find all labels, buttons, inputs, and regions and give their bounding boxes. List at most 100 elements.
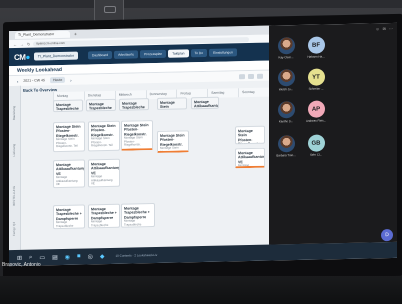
nav-tab[interactable]: Arbeitsorte [114, 50, 139, 59]
rail-label: BESTELLUNG [12, 185, 16, 206]
windows-taskbar: ⊞ ⌕ ▭ ▤ ◉ ■ ◎ ◆ 10 Contents · 2 Lookahea… [9, 241, 397, 267]
day-column-header: Sonntag [238, 87, 270, 98]
task-card-title: Montage Stein Pfosten-Riegelkonstr. [238, 128, 261, 145]
participant-tile[interactable]: AP Andreas Fleis... [303, 100, 329, 123]
participant-name: Kanthe S... [278, 119, 294, 124]
main-nav: Dashboard Arbeitsorte Prozessplan Taktplan T… [87, 48, 237, 60]
zoom-icon[interactable] [248, 73, 254, 79]
participant-tile[interactable]: Barbara Tran... [273, 135, 299, 158]
browser-tab[interactable]: TI_Plant_Demonstrator [15, 30, 70, 39]
nav-tab[interactable]: Prozessplan [140, 49, 167, 59]
task-card[interactable]: Montage Trapezbleche + Dampfsperre Montag… [53, 204, 85, 230]
avatar [277, 37, 295, 55]
chrome-icon[interactable]: ◎ [88, 253, 93, 260]
task-card[interactable]: Montage Attikaaufkantung VEMontage Attik… [88, 158, 120, 188]
rail-label: Bauleitung [12, 105, 16, 121]
avatar [277, 135, 295, 153]
nav-tab[interactable]: Taktplan [168, 49, 189, 58]
task-card-subtitle: Montage Attikaaufkantung VE [91, 174, 113, 186]
avatar: YT [307, 68, 325, 86]
task-card-title: Montage Stein Pfosten-Riegelkonstr. [160, 100, 175, 110]
teams-call-panel: ☺ ✉ ⋯ Kay Clem... BF Hahnen Ha... Welsh Jo.… [269, 22, 397, 245]
task-card[interactable]: Montage Attikaaufkantung VEMontage Attik… [53, 159, 85, 189]
participant-name: Sehr Cl... [309, 152, 323, 157]
screen: TI_Plant_Demonstrator + ← → ↻ ttplant.cm… [9, 22, 397, 267]
explorer-icon[interactable]: ▤ [52, 254, 58, 261]
more-icon[interactable]: ⋯ [389, 26, 393, 31]
presenter-badge[interactable]: D [381, 229, 393, 242]
task-card-subtitle: Montage Stein Pfosten-Riegelkonstr. [124, 135, 143, 148]
search-icon[interactable]: ⌕ [29, 254, 32, 261]
task-card[interactable]: Montage Stein Pfosten-Riegelkonstr.Monta… [157, 130, 189, 153]
task-card[interactable]: Montage Stein Pfosten-Riegelkonstr.Monta… [88, 120, 120, 152]
task-card[interactable]: Montage Stein Pfosten-Riegelkonstr.Monta… [53, 121, 85, 153]
task-card[interactable]: Montage Attikaaufkantung VEMontage Attik… [235, 147, 265, 169]
new-tab-button[interactable]: + [74, 31, 77, 37]
taskbar-status: 10 Contents · 2 Lookahead+Liv [115, 252, 158, 258]
project-selector[interactable]: TI_Plant_Demonstrator [33, 51, 78, 61]
forward-icon[interactable]: → [20, 41, 24, 46]
participant-name: Schreiter ... [308, 86, 324, 91]
left-rail: Bauleitung Lieferung BESTELLUNG Fertig /… [9, 85, 21, 251]
task-card[interactable]: Montage Trapezbleche + Dampfsperre Montag… [88, 203, 120, 229]
participant-tile[interactable]: Kay Clem... [273, 37, 299, 60]
task-card-subtitle: Montage Attikaaufkantung VE [238, 163, 260, 168]
task-card[interactable]: Montage Attikaaufkantung VEMontage Attik… [191, 96, 219, 110]
participant-tile[interactable]: Kanthe S... [273, 101, 299, 124]
task-card-title: Montage Attikaaufkantung VE [194, 99, 219, 109]
teams-icon[interactable]: ■ [77, 254, 81, 260]
nav-tab[interactable]: To Do [190, 48, 208, 58]
participant-tile[interactable]: Welsh Jo... [273, 69, 299, 92]
ceiling-light [94, 0, 124, 22]
task-card[interactable]: Montage Trapezbleche – DampfsperreMontag… [86, 98, 116, 112]
participant-tile[interactable]: BF Hahnen Ha... [303, 36, 329, 59]
task-card[interactable]: Montage Stein Pfosten-Riegelkonstr.Monta… [121, 120, 153, 151]
task-card-subtitle: Montage Stein Pfosten-Riegelkonstr. Teil [56, 136, 78, 149]
reload-icon[interactable]: ↻ [27, 41, 30, 46]
windows-icon[interactable]: ⊞ [17, 254, 22, 261]
teams-controls: ☺ ✉ ⋯ [376, 26, 393, 31]
app-logo[interactable]: CM● [14, 52, 30, 61]
task-card[interactable]: Montage Trapezbleche – DampfsperreMontag… [53, 99, 83, 113]
edge-icon[interactable]: ◉ [65, 253, 70, 260]
avatar: GB [307, 134, 325, 152]
rail-label: Fertig / Q3 [12, 221, 16, 237]
people-icon[interactable]: ☺ [376, 26, 380, 31]
nav-tab[interactable]: Einstellungen [209, 48, 237, 57]
settings-icon[interactable] [257, 73, 263, 79]
photo-scene: TI_Plant_Demonstrator + ← → ↻ ttplant.cm… [0, 0, 402, 304]
task-card[interactable]: Montage Trapezbleche + Dampfsperre Montag… [121, 203, 155, 228]
today-button[interactable]: Heute [49, 76, 66, 84]
avatar: AP [307, 100, 325, 118]
task-card-title: Montage Trapezbleche – Dampfsperre [56, 102, 79, 112]
avatar: BF [307, 36, 325, 54]
board-tools [239, 73, 263, 79]
participant-name: Welsh Jo... [278, 87, 294, 92]
task-card[interactable]: Montage TrapezblecheMontage Trapezbleche… [119, 98, 149, 111]
cm-icon[interactable]: ◆ [100, 253, 105, 260]
prev-week-button[interactable]: ‹ [17, 78, 18, 83]
task-card[interactable]: Montage Stein Pfosten-Riegelkonstr.Monta… [235, 125, 265, 145]
avatar [277, 69, 295, 87]
task-card-subtitle: Montage Trapezbleche [124, 218, 142, 227]
task-card-subtitle: Montage Trapezbleche [122, 109, 146, 110]
tv-monitor: TI_Plant_Demonstrator + ← → ↻ ttplant.cm… [3, 13, 402, 285]
task-card-subtitle: Montage Attikaaufkantung VE [56, 175, 78, 187]
foreground-floor [0, 276, 402, 304]
next-week-button[interactable]: › [70, 77, 71, 82]
task-card-subtitle: Montage Stein Pfosten-Riegelkonstr. Teil [91, 136, 113, 148]
filter-icon[interactable] [239, 73, 245, 79]
task-view-icon[interactable]: ▭ [39, 254, 45, 261]
participant-name: Andreas Fleis... [305, 118, 327, 123]
nav-tab[interactable]: Dashboard [87, 50, 113, 60]
chat-icon[interactable]: ✉ [383, 26, 386, 31]
task-card-subtitle: Montage Trapezbleche [91, 219, 109, 228]
participant-name: Barbara Tran... [276, 153, 296, 158]
task-card-title: Montage Trapezbleche – Dampfsperre [89, 102, 112, 111]
participant-grid: Kay Clem... BF Hahnen Ha... Welsh Jo... YT Sc… [269, 23, 397, 157]
participant-tile[interactable]: YT Schreiter ... [303, 68, 329, 91]
back-icon[interactable]: ← [13, 41, 17, 46]
task-card[interactable]: Montage Stein Pfosten-Riegelkonstr.Monta… [157, 97, 187, 110]
participant-tile[interactable]: GB Sehr Cl... [303, 134, 329, 157]
rail-label: Lieferung [12, 143, 16, 157]
